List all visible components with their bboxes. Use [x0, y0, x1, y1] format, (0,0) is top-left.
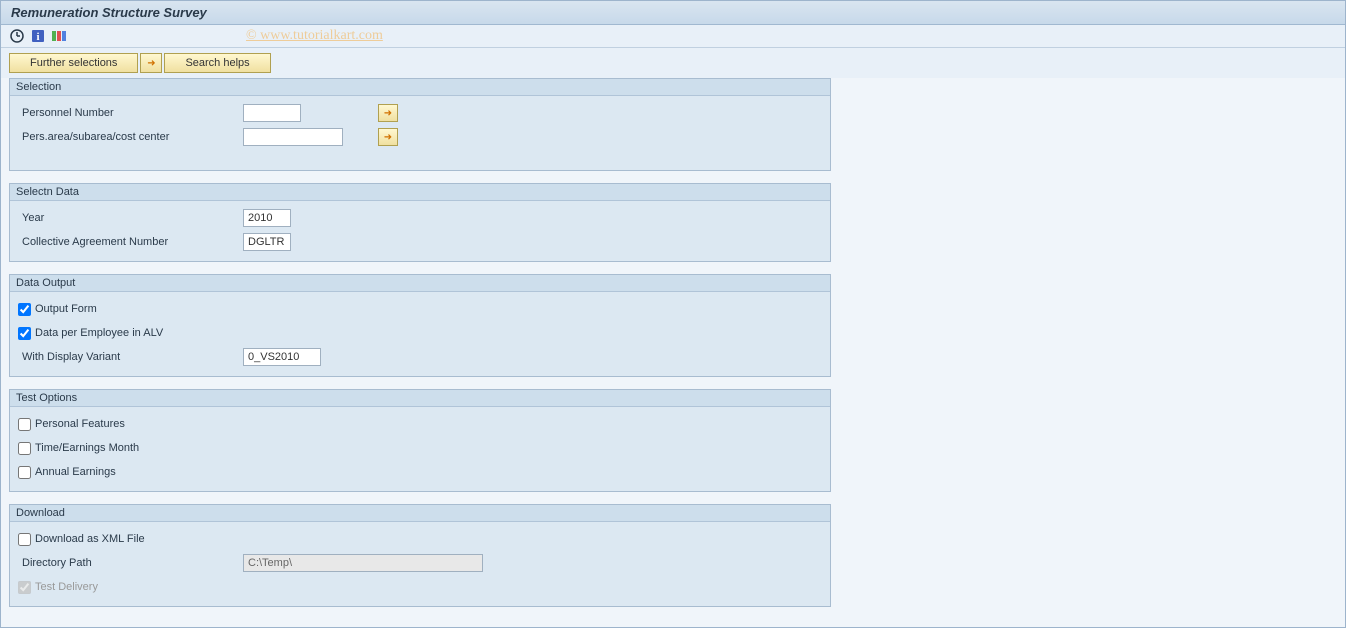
- time-earnings-checkbox[interactable]: [18, 442, 31, 455]
- directory-path-label: Directory Path: [18, 557, 243, 569]
- collective-agreement-input[interactable]: [243, 233, 291, 251]
- data-per-employee-checkbox[interactable]: [18, 327, 31, 340]
- group-title-test-options: Test Options: [10, 390, 830, 407]
- download-xml-checkbox[interactable]: [18, 533, 31, 546]
- display-variant-label: With Display Variant: [18, 351, 243, 363]
- page-title: Remuneration Structure Survey: [1, 1, 1345, 25]
- display-variant-input[interactable]: [243, 348, 321, 366]
- year-label: Year: [18, 212, 243, 224]
- arrow-right-icon: ➜: [384, 108, 392, 119]
- toolbar: i © www.tutorialkart.com: [1, 25, 1345, 48]
- time-earnings-label: Time/Earnings Month: [35, 442, 139, 454]
- arrow-right-icon: ➜: [147, 58, 155, 69]
- annual-earnings-checkbox[interactable]: [18, 466, 31, 479]
- button-bar: Further selections ➜ Search helps: [1, 48, 1345, 78]
- arrow-right-icon: ➜: [384, 132, 392, 143]
- search-helps-button[interactable]: Search helps: [164, 53, 270, 73]
- year-input[interactable]: [243, 209, 291, 227]
- group-selectn-data: Selectn Data Year Collective Agreement N…: [9, 183, 831, 262]
- output-form-label: Output Form: [35, 303, 97, 315]
- watermark: © www.tutorialkart.com: [246, 28, 383, 44]
- svg-text:i: i: [36, 31, 39, 43]
- download-xml-label: Download as XML File: [35, 533, 145, 545]
- personnel-number-multi-button[interactable]: ➜: [378, 104, 398, 122]
- output-form-checkbox[interactable]: [18, 303, 31, 316]
- group-selection: Selection Personnel Number ➜ Pers.area/s…: [9, 78, 831, 171]
- group-data-output: Data Output Output Form Data per Employe…: [9, 274, 831, 377]
- group-test-options: Test Options Personal Features Time/Earn…: [9, 389, 831, 492]
- execute-icon[interactable]: [9, 28, 25, 44]
- annual-earnings-label: Annual Earnings: [35, 466, 116, 478]
- further-selections-arrow-button[interactable]: ➜: [140, 53, 162, 73]
- group-title-data-output: Data Output: [10, 275, 830, 292]
- pers-area-label: Pers.area/subarea/cost center: [18, 131, 243, 143]
- group-download: Download Download as XML File Directory …: [9, 504, 831, 607]
- variant-icon[interactable]: [51, 28, 67, 44]
- test-delivery-label: Test Delivery: [35, 581, 98, 593]
- test-delivery-checkbox: [18, 581, 31, 594]
- further-selections-button[interactable]: Further selections: [9, 53, 138, 73]
- group-title-selection: Selection: [10, 79, 830, 96]
- info-icon[interactable]: i: [30, 28, 46, 44]
- directory-path-input[interactable]: [243, 554, 483, 572]
- pers-area-multi-button[interactable]: ➜: [378, 128, 398, 146]
- collective-agreement-label: Collective Agreement Number: [18, 236, 243, 248]
- personal-features-label: Personal Features: [35, 418, 125, 430]
- personal-features-checkbox[interactable]: [18, 418, 31, 431]
- personnel-number-input[interactable]: [243, 104, 301, 122]
- personnel-number-label: Personnel Number: [18, 107, 243, 119]
- pers-area-input[interactable]: [243, 128, 343, 146]
- group-title-download: Download: [10, 505, 830, 522]
- data-per-employee-label: Data per Employee in ALV: [35, 327, 163, 339]
- group-title-selectn-data: Selectn Data: [10, 184, 830, 201]
